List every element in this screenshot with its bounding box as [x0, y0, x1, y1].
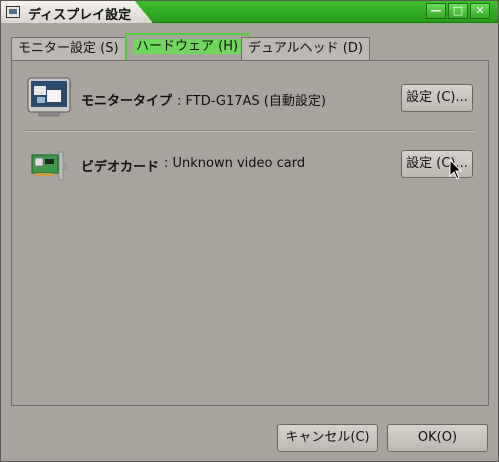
tab-label: ハードウェア (H)	[133, 39, 242, 54]
maximize-button[interactable]: □	[448, 3, 468, 19]
tab-monitor-settings[interactable]: モニター設定 (S)	[11, 37, 126, 61]
ok-button[interactable]: OK(O)	[387, 424, 488, 452]
display-app-icon	[6, 6, 20, 18]
window-title: ディスプレイ設定	[28, 8, 132, 23]
tab-dual-head[interactable]: デュアルヘッド (D)	[241, 37, 370, 61]
tab-label: デュアルヘッド (D)	[248, 41, 363, 56]
tab-hardware[interactable]: ハードウェア (H)	[125, 33, 250, 60]
monitor-type-label: モニタータイプ	[81, 94, 173, 109]
minimize-icon: —	[430, 4, 442, 17]
close-icon: ✕	[475, 4, 485, 17]
minimize-button[interactable]: —	[426, 3, 446, 19]
close-button[interactable]: ✕	[470, 3, 490, 19]
display-settings-window: ディスプレイ設定 — □ ✕ モニター設定 (S) ハードウェア (H) デュア…	[0, 0, 499, 462]
maximize-icon: □	[452, 4, 464, 17]
monitor-configure-button[interactable]: 設定 (C)...	[401, 84, 473, 112]
monitor-icon	[27, 77, 71, 117]
section-divider	[25, 130, 475, 132]
video-card-value: : Unknown video card	[164, 156, 306, 171]
video-card-icon	[31, 151, 67, 181]
title-bar[interactable]: ディスプレイ設定 — □ ✕	[1, 1, 498, 23]
cancel-button[interactable]: キャンセル(C)	[277, 424, 378, 452]
video-card-label: ビデオカード	[81, 160, 160, 175]
tab-label: モニター設定 (S)	[18, 41, 119, 56]
mouse-pointer-icon	[449, 159, 463, 180]
monitor-type-value: : FTD-G17AS (自動設定)	[177, 94, 326, 109]
